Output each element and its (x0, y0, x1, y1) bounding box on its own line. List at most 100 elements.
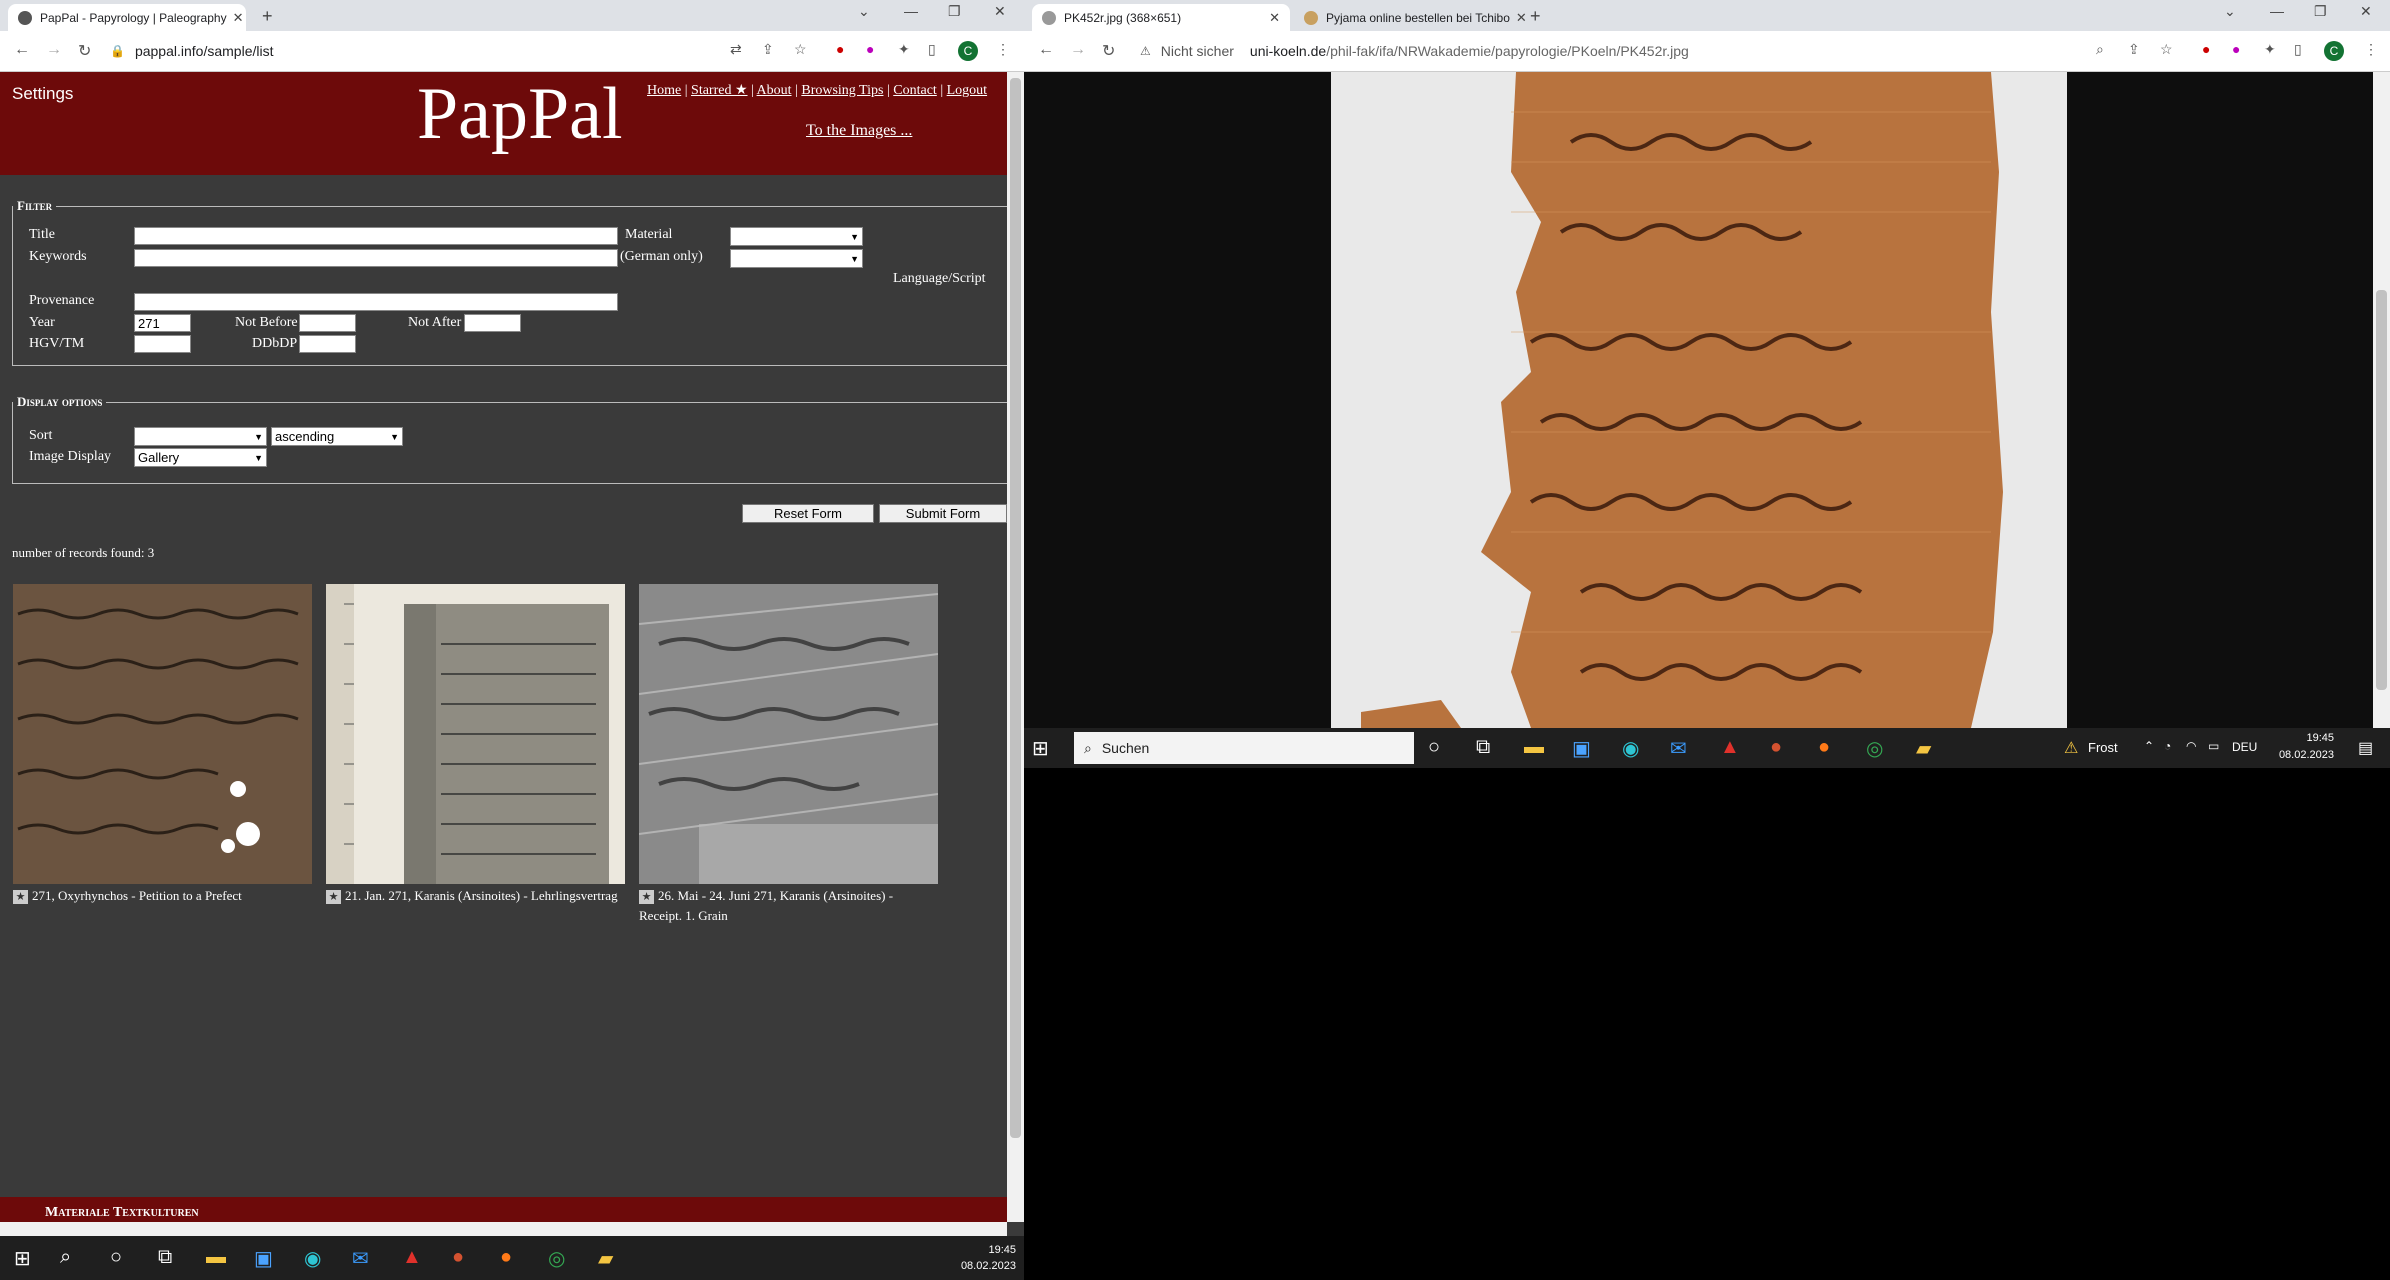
year-input[interactable]: 271 (134, 314, 191, 332)
forward-icon[interactable]: → (46, 41, 62, 59)
store-icon[interactable]: ▣ (1572, 736, 1591, 761)
reload-icon[interactable]: ↻ (1102, 41, 1115, 61)
chrome-icon[interactable]: ◎ (1866, 736, 1883, 761)
tab-image[interactable]: PK452r.jpg (368×651) ✕ (1032, 4, 1290, 31)
keywords-input[interactable] (134, 249, 618, 267)
horizontal-scrollbar[interactable] (0, 1222, 1007, 1236)
star-icon[interactable]: ★ (13, 890, 28, 905)
network-icon[interactable]: ◔ (2164, 739, 2171, 753)
not-before-input[interactable] (299, 314, 356, 332)
material-select[interactable]: ▼ (730, 227, 863, 246)
store-icon[interactable]: ▣ (254, 1246, 273, 1271)
new-tab-icon[interactable]: + (1530, 6, 1541, 27)
new-tab-icon[interactable]: + (262, 6, 273, 27)
extension-icon[interactable]: ● (836, 41, 844, 57)
nav-logout[interactable]: Logout (947, 83, 987, 98)
taskbar-search-box[interactable]: ⌕ Suchen (1074, 732, 1414, 764)
forward-icon[interactable]: → (1070, 41, 1086, 59)
share-icon[interactable]: ⇪ (2128, 41, 2140, 58)
file-explorer-icon[interactable]: ▬ (1524, 736, 1544, 759)
mail-icon[interactable]: ✉ (1670, 736, 1687, 761)
notification-icon[interactable]: ▤ (2358, 738, 2373, 758)
reset-form-button[interactable]: Reset Form (742, 504, 874, 523)
firefox-icon[interactable]: ● (1818, 736, 1830, 759)
wifi-icon[interactable]: ◠ (2186, 739, 2196, 753)
star-icon[interactable]: ★ (326, 890, 341, 905)
url-field[interactable]: ⚠ Nicht sicher uni-koeln.de /phil-fak/if… (1140, 36, 1960, 66)
image-display-select[interactable]: Gallery ▼ (134, 448, 267, 467)
scrollbar-thumb[interactable] (2376, 290, 2387, 690)
acrobat-icon[interactable]: ▲ (1720, 736, 1740, 759)
nav-browsing-tips[interactable]: Browsing Tips (801, 83, 883, 98)
settings-link[interactable]: Settings (12, 84, 73, 104)
edge-icon[interactable]: ◉ (1622, 736, 1639, 761)
cortana-icon[interactable]: ○ (1428, 736, 1440, 759)
result-thumbnail[interactable] (326, 584, 625, 884)
back-icon[interactable]: ← (1038, 41, 1054, 59)
bookmark-star-icon[interactable]: ☆ (794, 41, 807, 58)
file-explorer-icon[interactable]: ▬ (206, 1246, 226, 1269)
provenance-input[interactable] (134, 293, 618, 311)
close-icon[interactable]: ✕ (1510, 10, 1526, 26)
avatar[interactable]: C (2324, 41, 2344, 61)
nav-home[interactable]: Home (647, 83, 681, 98)
close-window-icon[interactable]: ✕ (2360, 3, 2372, 20)
share-icon[interactable]: ⇪ (762, 41, 774, 58)
nav-about[interactable]: About (757, 83, 792, 98)
puzzle-icon[interactable]: ✦ (898, 41, 910, 58)
edge-icon[interactable]: ◉ (304, 1246, 321, 1271)
papyrus-image[interactable] (1331, 72, 2067, 728)
not-after-input[interactable] (464, 314, 521, 332)
weather-icon[interactable]: ⚠ (2064, 738, 2078, 758)
tab-tchibo[interactable]: Pyjama online bestellen bei Tchibo ✕ (1294, 4, 1526, 31)
taskbar-date[interactable]: 08.02.2023 (2274, 749, 2334, 761)
folder-icon[interactable]: ▰ (1916, 736, 1931, 761)
mail-icon[interactable]: ✉ (352, 1246, 369, 1271)
language-select[interactable]: ▼ (730, 249, 863, 268)
avatar[interactable]: C (958, 41, 978, 61)
menu-icon[interactable]: ⋮ (996, 41, 1010, 58)
sidepanel-icon[interactable]: ▯ (2294, 41, 2302, 58)
minimize-icon[interactable]: — (904, 3, 918, 19)
result-thumbnail[interactable] (639, 584, 938, 884)
nav-starred[interactable]: Starred ★ (691, 83, 747, 98)
result-caption[interactable]: ★ 26. Mai - 24. Juni 271, Karanis (Arsino… (639, 886, 939, 926)
sort-select[interactable]: ▼ (134, 427, 267, 446)
task-view-icon[interactable]: ⧉ (1476, 736, 1490, 759)
ddbdp-input[interactable] (299, 335, 356, 353)
scrollbar-thumb[interactable] (1010, 78, 1021, 1138)
tray-chevron-icon[interactable]: ⌃ (2144, 739, 2154, 753)
bookmark-star-icon[interactable]: ☆ (2160, 41, 2173, 58)
powerpoint-icon[interactable]: ● (452, 1246, 464, 1269)
result-thumbnail[interactable] (13, 584, 312, 884)
tab-pappal[interactable]: PapPal - Papyrology | Paleography ✕ (8, 4, 246, 31)
close-window-icon[interactable]: ✕ (994, 3, 1006, 20)
url-field[interactable]: 🔒 pappal.info/sample/list (110, 36, 710, 66)
order-select[interactable]: ascending ▼ (271, 427, 403, 446)
hgv-input[interactable] (134, 335, 191, 353)
acrobat-icon[interactable]: ▲ (402, 1246, 422, 1269)
taskbar-time[interactable]: 19:45 (2274, 732, 2334, 744)
star-icon[interactable]: ★ (639, 890, 654, 905)
search-icon[interactable]: ⌕ (60, 1246, 71, 1269)
windows-start-icon[interactable]: ⊞ (1032, 736, 1049, 761)
menu-icon[interactable]: ⋮ (2364, 41, 2378, 58)
extension-icon[interactable]: ● (2232, 41, 2240, 57)
close-icon[interactable]: ✕ (227, 10, 244, 26)
result-caption[interactable]: ★ 271, Oxyrhynchos - Petition to a Prefec… (13, 886, 313, 906)
battery-icon[interactable]: ▭ (2208, 739, 2219, 753)
taskbar-date[interactable]: 08.02.2023 (940, 1260, 1016, 1272)
chrome-icon[interactable]: ◎ (548, 1246, 565, 1271)
firefox-icon[interactable]: ● (500, 1246, 512, 1269)
folder-icon[interactable]: ▰ (598, 1246, 613, 1271)
sidepanel-icon[interactable]: ▯ (928, 41, 936, 58)
restore-icon[interactable]: ❐ (2314, 3, 2327, 20)
back-icon[interactable]: ← (14, 41, 30, 59)
task-view-icon[interactable]: ⧉ (158, 1246, 172, 1269)
puzzle-icon[interactable]: ✦ (2264, 41, 2276, 58)
powerpoint-icon[interactable]: ● (1770, 736, 1782, 759)
restore-icon[interactable]: ❐ (948, 3, 961, 20)
chevron-down-icon[interactable]: ⌄ (858, 3, 870, 20)
nav-contact[interactable]: Contact (893, 83, 937, 98)
language-indicator[interactable]: DEU (2232, 740, 2257, 754)
